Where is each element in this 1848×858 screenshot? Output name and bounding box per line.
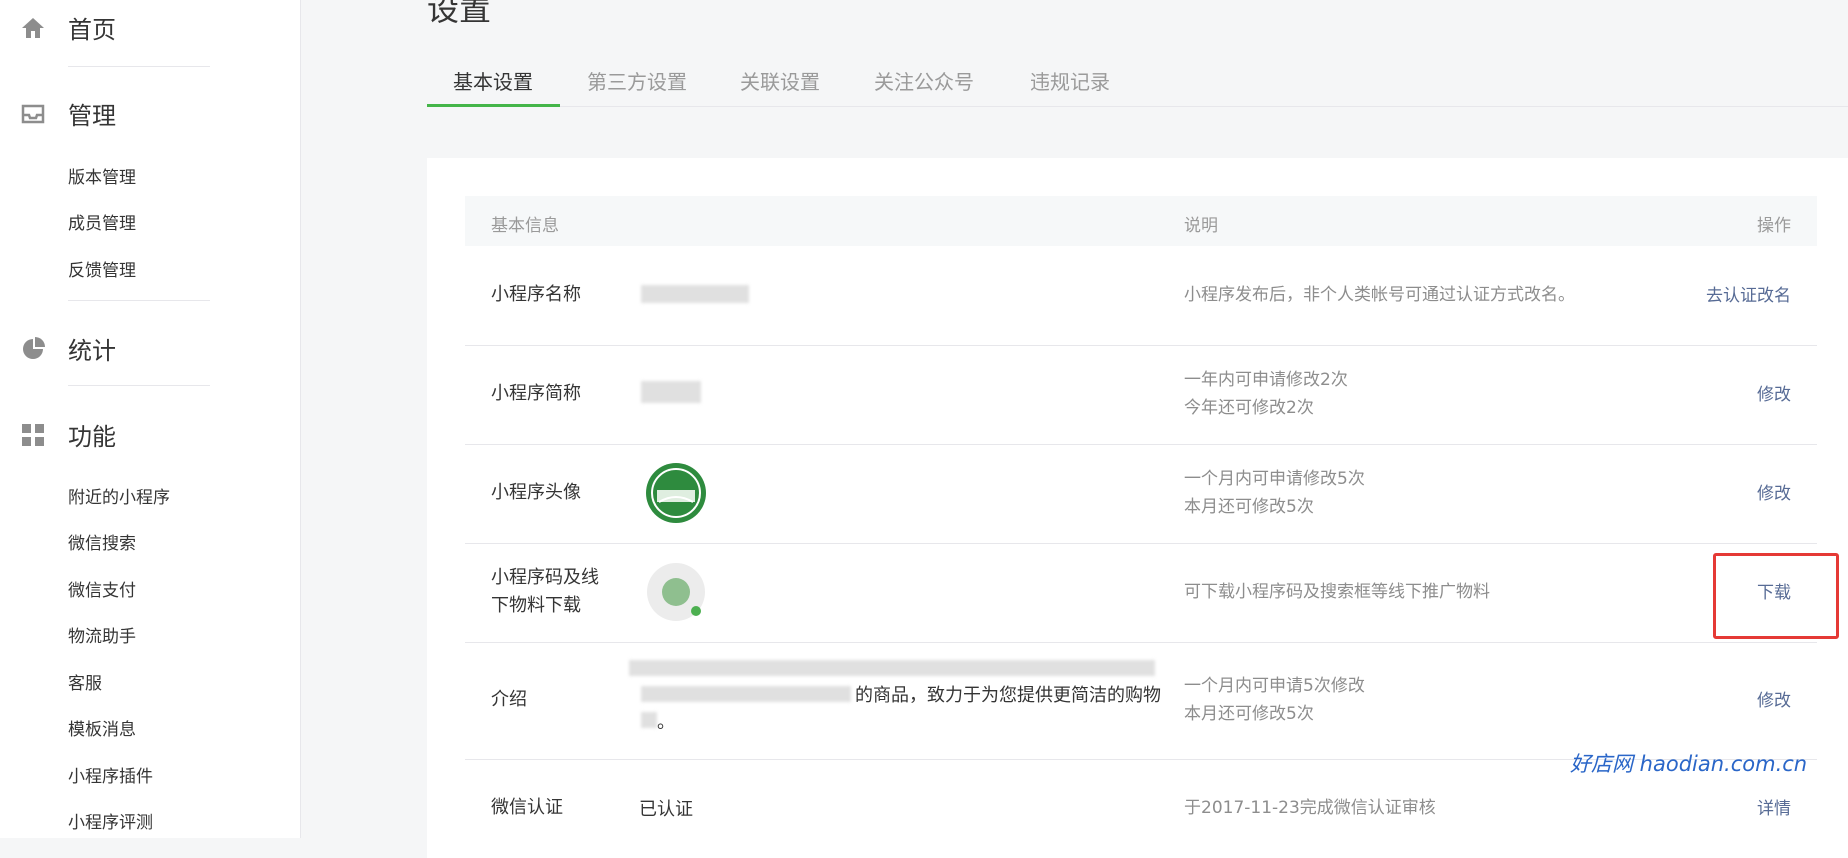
table-row: 介绍 的商品，致力于为您提供更简洁的购物 。 一个月内可申请5次修改 本月还可修…: [465, 642, 1817, 760]
home-icon: [20, 15, 46, 41]
edit-link[interactable]: 修改: [1757, 479, 1791, 504]
row-desc-line1: 一个月内可申请5次修改: [1184, 676, 1365, 696]
sidebar-home[interactable]: 首页: [20, 10, 116, 45]
edit-link[interactable]: 修改: [1757, 686, 1791, 711]
blurred-value: [641, 381, 701, 403]
sidebar-item-plugins[interactable]: 小程序插件: [68, 762, 153, 787]
row-label: 小程序名称: [491, 284, 581, 305]
sidebar-item-members[interactable]: 成员管理: [68, 209, 136, 234]
pie-chart-icon: [20, 336, 46, 362]
table-header: 基本信息 说明 操作: [465, 196, 1817, 246]
app-avatar: [646, 463, 706, 523]
grid-icon: [20, 422, 46, 448]
inbox-icon: [20, 101, 46, 127]
table-row: 小程序简称 一年内可申请修改2次 今年还可修改2次 修改: [465, 345, 1817, 445]
page-title: 设置: [427, 0, 492, 28]
main-content: 设置 基本设置 第三方设置 关联设置 关注公众号 违规记录 基本信息 说明 操作…: [300, 0, 1848, 858]
row-label: 微信认证: [491, 797, 563, 818]
sidebar: 首页 管理 版本管理 成员管理 反馈管理 统计 功能 附近的小程序 微信搜索 微…: [0, 0, 301, 838]
sidebar-features[interactable]: 功能: [20, 417, 116, 452]
qr-code-thumbnail: [647, 563, 705, 621]
divider: [68, 66, 210, 67]
row-label-line1: 小程序码及线: [491, 567, 599, 588]
row-desc: 于2017-11-23完成微信认证审核: [1184, 798, 1436, 818]
highlight-box: [1713, 553, 1839, 639]
certification-status: 已认证: [639, 799, 693, 820]
intro-text-end: 。: [657, 712, 675, 733]
tab-third-party[interactable]: 第三方设置: [587, 66, 687, 95]
sidebar-item-wechat-search[interactable]: 微信搜索: [68, 529, 136, 554]
edit-link[interactable]: 修改: [1757, 380, 1791, 405]
verify-rename-link[interactable]: 去认证改名: [1706, 281, 1791, 306]
sidebar-item-logistics[interactable]: 物流助手: [68, 622, 136, 647]
table-row: 小程序名称 小程序发布后，非个人类帐号可通过认证方式改名。 去认证改名: [465, 246, 1817, 346]
details-link[interactable]: 详情: [1757, 794, 1791, 819]
divider: [68, 385, 210, 386]
row-desc: 可下载小程序码及搜索框等线下推广物料: [1184, 582, 1490, 602]
tab-association[interactable]: 关联设置: [740, 66, 820, 95]
blurred-value: [641, 285, 749, 303]
watermark: 好店网 haodian.com.cn: [1570, 752, 1808, 776]
row-label: 介绍: [491, 689, 527, 710]
sidebar-item-feedback[interactable]: 反馈管理: [68, 256, 136, 281]
sidebar-stats-label: 统计: [68, 337, 116, 365]
sidebar-item-template-msg[interactable]: 模板消息: [68, 715, 136, 740]
sidebar-item-version[interactable]: 版本管理: [68, 163, 136, 188]
row-desc-line2: 本月还可修改5次: [1184, 497, 1314, 517]
blurred-value: [641, 712, 657, 728]
blurred-value: [629, 660, 1155, 676]
active-tab-indicator: [427, 104, 560, 107]
sidebar-manage-label: 管理: [68, 102, 116, 130]
table-row: 小程序头像 一个月内可申请修改5次 本月还可修改5次 修改: [465, 444, 1817, 544]
sidebar-item-wechat-pay[interactable]: 微信支付: [68, 576, 136, 601]
row-label: 小程序头像: [491, 482, 581, 503]
blurred-value: [641, 686, 851, 702]
header-info: 基本信息: [491, 216, 559, 236]
tab-follow-account[interactable]: 关注公众号: [874, 66, 974, 95]
header-desc: 说明: [1184, 216, 1218, 236]
intro-text: 的商品，致力于为您提供更简洁的购物: [855, 685, 1161, 706]
header-op: 操作: [1757, 216, 1791, 236]
row-desc-line1: 一年内可申请修改2次: [1184, 370, 1348, 390]
tab-violations[interactable]: 违规记录: [1030, 66, 1110, 95]
row-label: 小程序简称: [491, 383, 581, 404]
sidebar-home-label: 首页: [68, 16, 116, 44]
row-desc-line2: 今年还可修改2次: [1184, 398, 1314, 418]
row-desc-line1: 一个月内可申请修改5次: [1184, 469, 1365, 489]
row-label-line2: 下物料下载: [491, 595, 581, 616]
tab-bar: 基本设置 第三方设置 关联设置 关注公众号 违规记录: [427, 62, 1848, 107]
row-desc: 小程序发布后，非个人类帐号可通过认证方式改名。: [1184, 285, 1575, 305]
sidebar-stats[interactable]: 统计: [20, 331, 116, 366]
table-row: 小程序码及线 下物料下载 可下载小程序码及搜索框等线下推广物料 下载: [465, 543, 1817, 643]
tab-basic-settings[interactable]: 基本设置: [453, 66, 533, 95]
sidebar-features-label: 功能: [68, 423, 116, 451]
sidebar-manage[interactable]: 管理: [20, 96, 116, 131]
divider: [68, 300, 210, 301]
sidebar-item-review[interactable]: 小程序评测: [68, 808, 153, 833]
row-desc-line2: 本月还可修改5次: [1184, 704, 1314, 724]
sidebar-item-nearby[interactable]: 附近的小程序: [68, 483, 170, 508]
sidebar-item-customer-service[interactable]: 客服: [68, 669, 102, 694]
